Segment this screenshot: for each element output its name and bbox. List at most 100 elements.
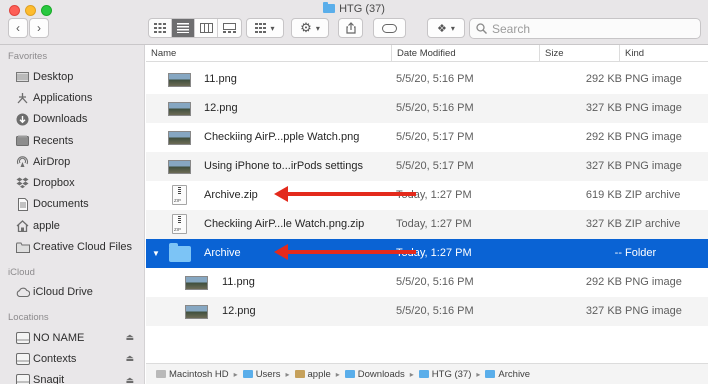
sidebar-item-label: Snagit — [33, 374, 65, 384]
path-item[interactable]: Archive — [485, 369, 530, 380]
table-row[interactable]: 12.png 5/5/20, 5:16 PM 327 KB PNG image — [146, 94, 708, 123]
folder-icon — [485, 370, 496, 378]
chevron-down-icon: ▾ — [450, 23, 455, 33]
sidebar-item-contexts[interactable]: Contexts ⏏ — [0, 348, 144, 369]
file-name: Archive — [204, 247, 241, 259]
toolbar: HTG (37) ‹ › ▾ ⚙ ▾ ❖ ▾ — [0, 0, 708, 45]
sidebar-item-downloads[interactable]: Downloads — [0, 109, 144, 130]
file-name: 11.png — [204, 73, 237, 85]
file-date: 5/5/20, 5:16 PM — [396, 102, 474, 114]
annotation-arrow-archive-zip — [274, 186, 416, 202]
table-row[interactable]: 12.png 5/5/20, 5:16 PM 327 KB PNG image — [146, 297, 708, 326]
chevron-right-icon: ▸ — [285, 369, 290, 379]
sidebar-section-locations: Locations — [8, 311, 49, 323]
sidebar-item-no-name[interactable]: NO NAME ⏏ — [0, 327, 144, 348]
list-view-button[interactable] — [172, 19, 195, 37]
window-title: HTG (37) — [0, 2, 708, 15]
file-kind: ZIP archive — [625, 189, 681, 201]
eject-icon[interactable]: ⏏ — [125, 375, 134, 384]
path-item-label: apple — [307, 368, 331, 380]
file-name: Using iPhone to...irPods settings — [204, 160, 363, 172]
path-item[interactable]: HTG (37) ▸ — [418, 369, 486, 380]
table-row[interactable]: Archive.zip Today, 1:27 PM 619 KB ZIP ar… — [146, 181, 708, 210]
folder-icon — [15, 241, 30, 254]
table-row-selected[interactable]: ▼ Archive Today, 1:27 PM -- Folder — [146, 239, 708, 268]
search-field[interactable] — [469, 18, 701, 39]
chevron-right-icon: ▸ — [476, 369, 481, 379]
column-view-button[interactable] — [195, 19, 218, 37]
file-date: 5/5/20, 5:17 PM — [396, 131, 474, 143]
image-thumbnail — [168, 102, 191, 116]
path-item[interactable]: Downloads ▸ — [344, 369, 419, 380]
file-date: Today, 1:27 PM — [396, 218, 472, 230]
sidebar-item-label: Recents — [33, 134, 74, 147]
forward-button[interactable]: › — [29, 18, 49, 38]
column-header-date-modified[interactable]: Date Modified — [391, 45, 539, 62]
column-header-kind[interactable]: Kind — [619, 45, 708, 62]
search-input[interactable] — [492, 21, 692, 36]
desktop-icon — [15, 70, 30, 83]
chevron-right-icon: ▸ — [233, 369, 238, 379]
annotation-arrow-archive-folder — [274, 244, 416, 260]
table-row[interactable]: 11.png 5/5/20, 5:16 PM 292 KB PNG image — [146, 65, 708, 94]
gallery-icon — [223, 23, 236, 33]
sidebar-item-airdrop[interactable]: AirDrop — [0, 151, 144, 172]
gallery-view-button[interactable] — [218, 19, 241, 37]
sidebar-item-icloud-drive[interactable]: iCloud Drive — [0, 282, 144, 303]
table-row[interactable]: 11.png 5/5/20, 5:16 PM 292 KB PNG image — [146, 268, 708, 297]
dropbox-button[interactable]: ❖ ▾ — [427, 18, 465, 38]
home-icon — [294, 370, 305, 378]
sidebar-item-apple[interactable]: apple — [0, 215, 144, 236]
back-button[interactable]: ‹ — [8, 18, 28, 38]
file-name: 12.png — [204, 102, 238, 114]
column-header-name[interactable]: Name — [146, 45, 391, 62]
column-header-size[interactable]: Size — [539, 45, 619, 62]
file-kind: Folder — [625, 247, 657, 259]
drive-icon — [15, 352, 30, 365]
sidebar-item-desktop[interactable]: Desktop — [0, 66, 144, 87]
image-thumbnail — [185, 305, 208, 319]
cloud-icon — [15, 286, 30, 299]
path-item[interactable]: Users ▸ — [242, 369, 295, 380]
action-menu-button[interactable]: ⚙ ▾ — [291, 18, 329, 38]
sidebar: Favorites Desktop Applications Downloads… — [0, 45, 145, 384]
sidebar-item-snagit[interactable]: Snagit ⏏ — [0, 370, 144, 384]
file-size: 619 KB — [585, 189, 622, 201]
sidebar-item-recents[interactable]: Recents — [0, 130, 144, 151]
disclosure-triangle-icon[interactable]: ▼ — [152, 239, 160, 268]
folder-icon — [169, 243, 191, 262]
path-item[interactable]: Macintosh HD ▸ — [156, 369, 243, 380]
sidebar-item-label: AirDrop — [33, 155, 71, 168]
eject-icon[interactable]: ⏏ — [125, 332, 134, 343]
sidebar-item-dropbox[interactable]: Dropbox — [0, 172, 144, 193]
folder-icon — [323, 2, 336, 13]
file-kind: ZIP archive — [625, 218, 681, 230]
columns-icon — [199, 23, 213, 33]
table-row[interactable]: Checkiing AirP...le Watch.png.zip Today,… — [146, 210, 708, 239]
share-button[interactable] — [338, 18, 363, 38]
zip-file-icon — [172, 185, 187, 205]
icon-view-button[interactable] — [149, 19, 172, 37]
path-bar: Macintosh HD ▸ Users ▸ apple ▸ Downloads ▸ H… — [146, 363, 708, 384]
file-kind: PNG image — [625, 131, 682, 143]
sidebar-item-creative-cloud-files[interactable]: Creative Cloud Files — [0, 236, 144, 257]
sidebar-item-applications[interactable]: Applications — [0, 87, 144, 108]
file-size: 327 KB — [585, 160, 622, 172]
table-row[interactable]: Checkiing AirP...pple Watch.png 5/5/20, … — [146, 123, 708, 152]
sidebar-item-label: NO NAME — [33, 331, 85, 344]
sidebar-item-label: apple — [33, 219, 60, 232]
chevron-down-icon: ▾ — [270, 23, 275, 33]
eject-icon[interactable]: ⏏ — [125, 353, 134, 364]
list-icon — [177, 23, 189, 33]
documents-icon — [15, 197, 30, 211]
dropbox-icon: ❖ — [437, 22, 447, 35]
group-by-button[interactable]: ▾ — [246, 18, 284, 38]
sidebar-item-documents[interactable]: Documents — [0, 194, 144, 215]
sidebar-item-label: iCloud Drive — [33, 286, 93, 299]
folder-icon — [418, 370, 429, 378]
table-row[interactable]: Using iPhone to...irPods settings 5/5/20… — [146, 152, 708, 181]
edit-tags-button[interactable] — [373, 18, 406, 38]
path-item[interactable]: apple ▸ — [294, 368, 345, 380]
path-item-label: Archive — [498, 368, 531, 380]
image-thumbnail — [168, 73, 191, 87]
